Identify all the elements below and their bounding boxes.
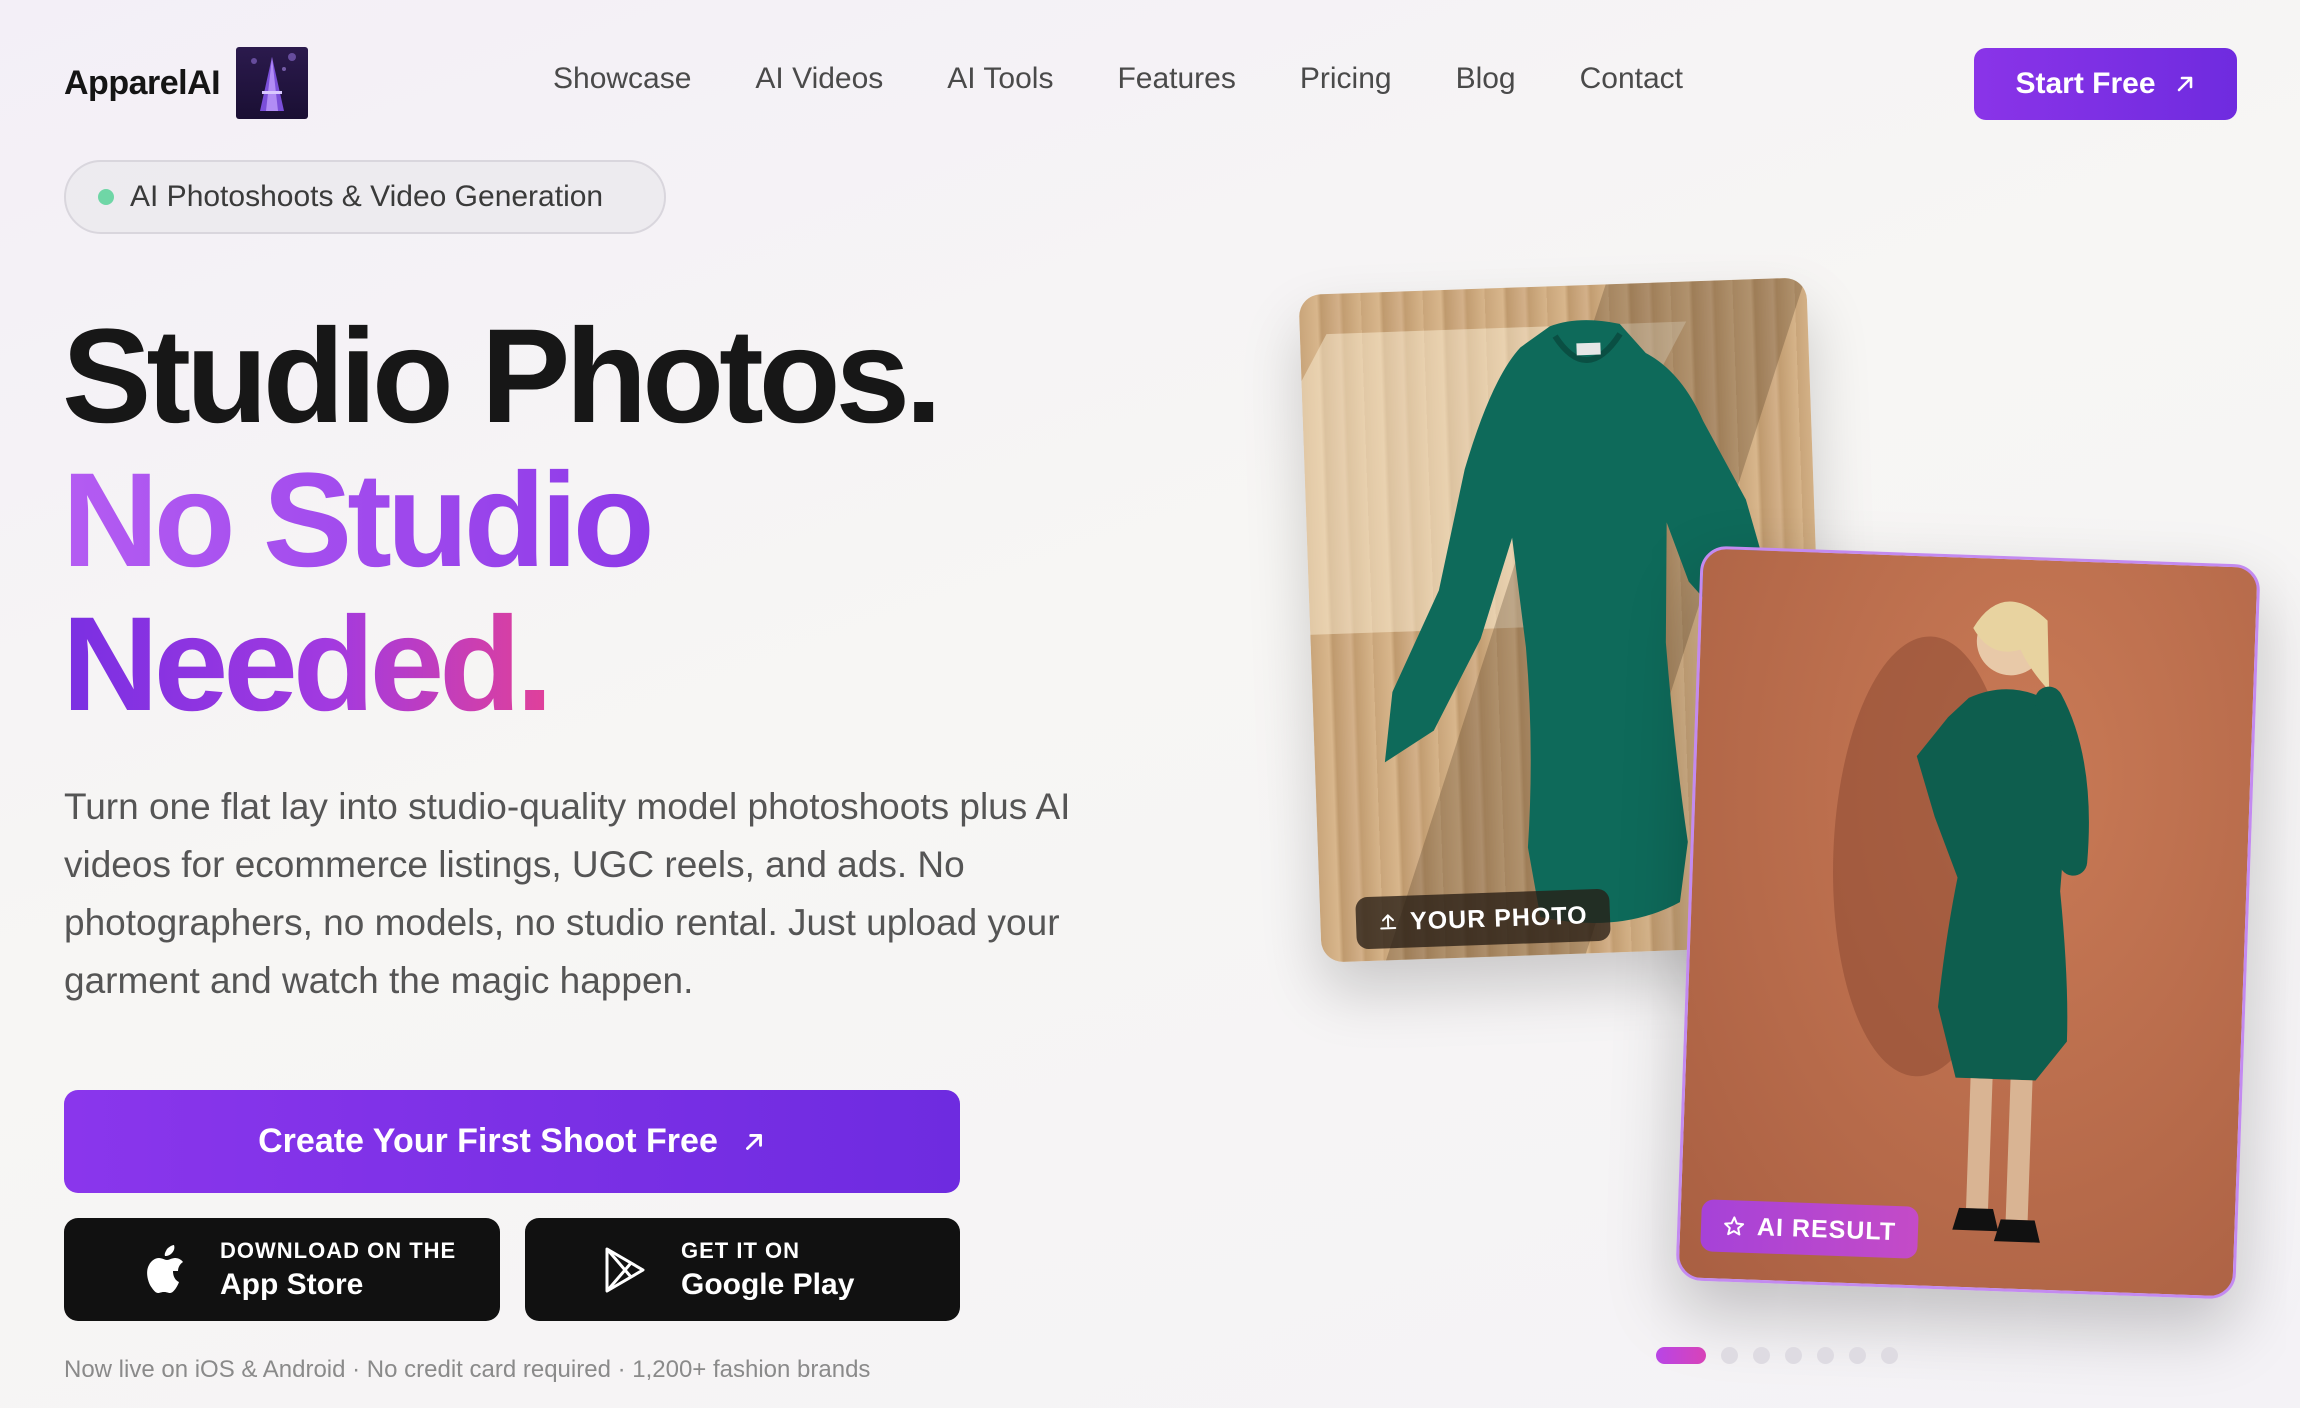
brand-logo[interactable]: ApparelAI [64, 47, 309, 119]
carousel-dots [1656, 1347, 1898, 1364]
carousel-dot[interactable] [1721, 1347, 1738, 1364]
logo-icon [236, 47, 309, 119]
nav-blog[interactable]: Blog [1456, 62, 1516, 96]
headline-line-1: Studio Photos. [62, 302, 942, 451]
nav-showcase[interactable]: Showcase [553, 62, 691, 96]
google-play-button[interactable]: GET IT ON Google Play [525, 1218, 960, 1321]
google-play-icon [595, 1240, 655, 1300]
carousel-dot[interactable] [1753, 1347, 1770, 1364]
your-photo-label: YOUR PHOTO [1409, 900, 1589, 936]
main-nav: Showcase AI Videos AI Tools Features Pri… [553, 62, 1747, 96]
google-play-big: Google Play [681, 1267, 855, 1301]
your-photo-tag: YOUR PHOTO [1355, 888, 1611, 950]
create-shoot-button[interactable]: Create Your First Shoot Free [64, 1090, 960, 1193]
badge-text: AI Photoshoots & Video Generation [130, 180, 604, 213]
apple-icon [134, 1240, 194, 1300]
hero-footnote: Now live on iOS & Android · No credit ca… [64, 1356, 871, 1383]
create-shoot-label: Create Your First Shoot Free [258, 1122, 718, 1160]
carousel-dot[interactable] [1656, 1347, 1706, 1364]
nav-features[interactable]: Features [1117, 62, 1235, 96]
nav-pricing[interactable]: Pricing [1300, 62, 1392, 96]
app-store-button[interactable]: DOWNLOAD ON THE App Store [64, 1218, 500, 1321]
headline-line-3: Needed. [62, 590, 553, 739]
ai-result-tag: AI RESULT [1700, 1199, 1919, 1259]
headline-line-2: No Studio [62, 446, 655, 595]
google-play-small: GET IT ON [681, 1237, 800, 1263]
nav-contact[interactable]: Contact [1580, 62, 1683, 96]
nav-ai-tools[interactable]: AI Tools [947, 62, 1053, 96]
hero-description: Turn one flat lay into studio-quality mo… [64, 786, 1071, 1001]
brand-name: ApparelAI [64, 63, 221, 102]
status-dot [98, 189, 114, 205]
app-store-small: DOWNLOAD ON THE [220, 1237, 457, 1263]
ai-result-card [1675, 545, 2261, 1300]
carousel-dot[interactable] [1817, 1347, 1834, 1364]
model-photo-image [1833, 601, 2089, 1243]
arrow-up-right-icon [745, 1133, 762, 1150]
landing-page: ApparelAI Showcase AI Videos AI Tools Fe… [0, 0, 2300, 1408]
nav-ai-videos[interactable]: AI Videos [755, 62, 883, 96]
carousel-dot[interactable] [1881, 1347, 1898, 1364]
start-free-label: Start Free [2015, 67, 2156, 100]
start-free-button[interactable]: Start Free [1974, 48, 2237, 120]
carousel-dot[interactable] [1785, 1347, 1802, 1364]
feature-badge: AI Photoshoots & Video Generation [64, 160, 666, 234]
star-icon [1724, 1216, 1745, 1236]
carousel-dot[interactable] [1849, 1347, 1866, 1364]
app-store-big: App Store [220, 1267, 364, 1301]
upload-icon [1380, 914, 1397, 930]
ai-result-label: AI RESULT [1756, 1212, 1897, 1246]
arrow-up-right-icon [2177, 76, 2192, 92]
